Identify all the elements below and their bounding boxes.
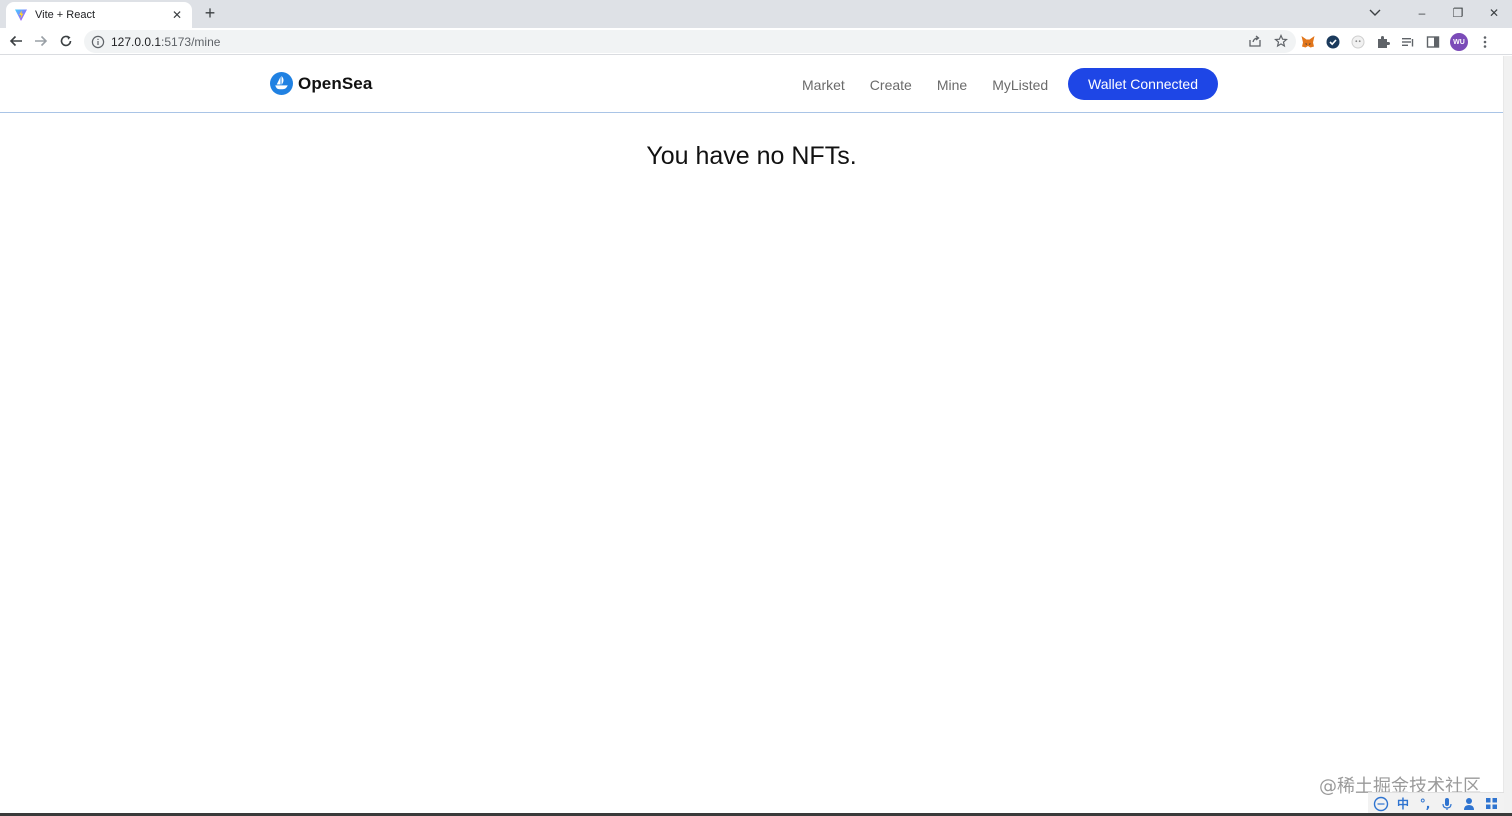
restore-button[interactable]: ❐ xyxy=(1440,0,1476,26)
site-logo[interactable]: OpenSea xyxy=(270,72,372,95)
share-icon[interactable] xyxy=(1248,34,1262,53)
ime-logo-icon[interactable] xyxy=(1373,796,1389,812)
ime-toolbar: 中 °, xyxy=(1368,792,1504,814)
kebab-menu-icon[interactable] xyxy=(1477,34,1493,50)
ime-language-toggle[interactable]: 中 xyxy=(1395,796,1411,812)
browser-tab-strip: Vite + React ✕ + – ❐ ✕ xyxy=(0,0,1512,28)
ghost-extension-icon[interactable] xyxy=(1350,34,1366,50)
site-info-icon[interactable] xyxy=(91,35,105,49)
reload-icon[interactable] xyxy=(56,31,76,51)
profile-avatar[interactable]: WU xyxy=(1450,33,1468,51)
url-path: :5173/mine xyxy=(161,34,221,49)
logo-text: OpenSea xyxy=(298,73,373,93)
browser-tab[interactable]: Vite + React ✕ xyxy=(6,2,192,28)
microphone-icon[interactable] xyxy=(1439,796,1455,812)
page-scrollbar[interactable] xyxy=(1503,56,1512,816)
empty-state-message: You have no NFTs. xyxy=(646,142,857,170)
web-page: OpenSea Market Create Mine MyListed Wall… xyxy=(0,56,1503,816)
address-bar[interactable]: 127.0.0.1:5173/mine xyxy=(84,30,1296,53)
bookmark-star-icon[interactable] xyxy=(1274,33,1288,53)
vite-favicon-icon xyxy=(14,8,28,22)
back-arrow-icon[interactable] xyxy=(6,31,26,51)
url-text: 127.0.0.1:5173/mine xyxy=(111,35,220,49)
extensions-row: WU xyxy=(1300,31,1493,53)
side-panel-icon[interactable] xyxy=(1425,34,1441,50)
nav-market[interactable]: Market xyxy=(802,77,845,93)
omnibox-actions xyxy=(1248,33,1288,53)
new-tab-button[interactable]: + xyxy=(200,3,220,23)
forward-arrow-icon[interactable] xyxy=(31,31,51,51)
nav-create[interactable]: Create xyxy=(870,77,912,93)
window-controls: – ❐ ✕ xyxy=(1404,0,1512,28)
main-nav: Market Create Mine MyListed xyxy=(802,56,1073,113)
site-header: OpenSea Market Create Mine MyListed Wall… xyxy=(0,56,1503,113)
tab-close-icon[interactable]: ✕ xyxy=(170,8,184,22)
metamask-fox-icon[interactable] xyxy=(1300,34,1316,50)
apps-grid-icon[interactable] xyxy=(1483,796,1499,812)
nav-mylisted[interactable]: MyListed xyxy=(992,77,1048,93)
wallet-connected-button[interactable]: Wallet Connected xyxy=(1068,68,1218,100)
puzzle-extensions-icon[interactable] xyxy=(1375,34,1391,50)
browser-toolbar: 127.0.0.1:5173/mine WU xyxy=(0,28,1512,55)
minimize-button[interactable]: – xyxy=(1404,0,1440,26)
tab-title: Vite + React xyxy=(35,9,96,21)
url-host: 127.0.0.1 xyxy=(111,34,162,49)
close-window-button[interactable]: ✕ xyxy=(1476,0,1512,26)
nav-mine[interactable]: Mine xyxy=(937,77,967,93)
reading-list-icon[interactable] xyxy=(1400,34,1416,50)
checkmark-extension-icon[interactable] xyxy=(1325,34,1341,50)
opensea-logo-icon xyxy=(270,72,293,95)
ime-punctuation-toggle[interactable]: °, xyxy=(1417,796,1433,812)
tab-search-chevron-icon[interactable] xyxy=(1360,0,1390,26)
user-icon[interactable] xyxy=(1461,796,1477,812)
